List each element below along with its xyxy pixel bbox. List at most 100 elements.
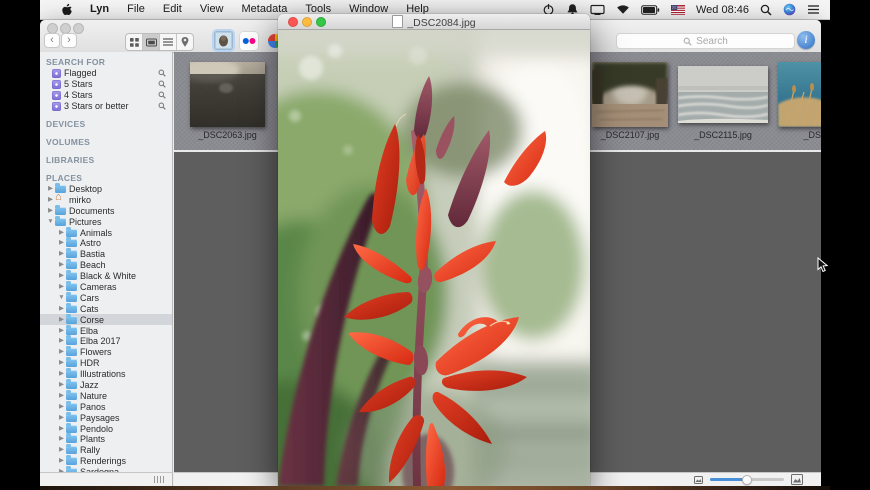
display-mirroring-icon[interactable] (590, 4, 605, 16)
disclosure-triangle-icon[interactable]: ▶ (57, 369, 66, 379)
menu-item[interactable]: View (191, 3, 233, 15)
map-view-button[interactable] (177, 34, 193, 50)
app-menu-lyn[interactable]: Lyn (81, 0, 118, 19)
large-thumbnails-icon[interactable] (791, 474, 803, 485)
slider-track[interactable] (710, 474, 784, 485)
search-icon (683, 37, 692, 46)
saved-search-item[interactable]: Flagged (40, 68, 172, 79)
disclosure-triangle-icon[interactable]: ▶ (57, 347, 66, 357)
place-item[interactable]: ▶ Black & White (40, 270, 172, 282)
zoom-button[interactable] (73, 23, 84, 34)
thumbnail-dsc2-partial[interactable] (778, 62, 821, 127)
resize-grip[interactable] (154, 476, 164, 483)
place-item[interactable]: ▶ Cameras (40, 281, 172, 293)
section-title-devices[interactable]: DEVICES (40, 119, 172, 130)
disclosure-triangle-icon[interactable]: ▶ (57, 424, 66, 434)
viewer-title-bar[interactable]: _DSC2084.jpg (278, 14, 590, 30)
search-input[interactable]: Search (616, 33, 795, 49)
place-item[interactable]: ▶ Bastia (40, 248, 172, 260)
place-item[interactable]: ▶ Rally (40, 444, 172, 456)
back-button[interactable]: ‹ (44, 33, 60, 48)
place-item[interactable]: ▶ HDR (40, 357, 172, 369)
disclosure-triangle-icon[interactable]: ▶ (57, 228, 66, 238)
place-item[interactable]: ▶ Flowers (40, 346, 172, 358)
place-item[interactable]: ▶ Plants (40, 433, 172, 445)
search-icon[interactable] (158, 91, 166, 99)
place-item[interactable]: ▶ Documents (40, 204, 172, 216)
disclosure-triangle-icon[interactable]: ▶ (57, 271, 66, 281)
disclosure-triangle-icon[interactable]: ▶ (46, 195, 55, 205)
siri-icon[interactable] (783, 3, 796, 16)
thumbnail-dsc2107[interactable] (592, 62, 668, 127)
disclosure-triangle-icon[interactable]: ▶ (57, 238, 66, 248)
disclosure-triangle-icon[interactable]: ▶ (46, 184, 55, 194)
place-item[interactable]: ▶ Cats (40, 302, 172, 314)
section-title-volumes[interactable]: VOLUMES (40, 137, 172, 148)
saved-search-item[interactable]: 5 Stars (40, 79, 172, 90)
menu-item[interactable]: Edit (154, 3, 191, 15)
disclosure-triangle-icon[interactable]: ▶ (57, 456, 66, 466)
place-item[interactable]: ▼ Cars (40, 291, 172, 303)
place-item[interactable]: ▶ Renderings (40, 455, 172, 467)
grid-view-button[interactable] (126, 34, 143, 50)
disclosure-triangle-icon[interactable]: ▶ (57, 434, 66, 444)
disclosure-triangle-icon[interactable]: ▶ (57, 380, 66, 390)
disclosure-triangle-icon[interactable]: ▼ (46, 217, 55, 227)
place-item[interactable]: ▶ Animals (40, 226, 172, 238)
small-thumbnails-icon[interactable] (694, 475, 703, 484)
place-item[interactable]: ▼ Pictures (40, 215, 172, 227)
place-item[interactable]: ▶ Illustrations (40, 368, 172, 380)
sidebar: SEARCH FOR Flagged 5 Stars 4 Stars 3 Sta… (40, 52, 173, 472)
disclosure-triangle-icon[interactable]: ▶ (57, 402, 66, 412)
saved-search-item[interactable]: 3 Stars or better (40, 101, 172, 112)
place-item[interactable]: ▶ Pendolo (40, 422, 172, 434)
wifi-icon[interactable] (616, 4, 630, 15)
disclosure-triangle-icon[interactable]: ▶ (57, 336, 66, 346)
forward-button[interactable]: › (61, 33, 77, 48)
disclosure-triangle-icon[interactable]: ▶ (57, 445, 66, 455)
battery-icon[interactable] (641, 4, 660, 15)
disclosure-triangle-icon[interactable]: ▶ (57, 326, 66, 336)
disclosure-triangle-icon[interactable]: ▶ (57, 413, 66, 423)
disclosure-triangle-icon[interactable]: ▶ (46, 206, 55, 216)
disclosure-triangle-icon[interactable]: ▶ (57, 282, 66, 292)
menu-item[interactable]: File (118, 3, 154, 15)
slider-knob[interactable] (742, 474, 752, 485)
disclosure-triangle-icon[interactable]: ▼ (57, 293, 66, 303)
place-item[interactable]: ▶ Astro (40, 237, 172, 249)
thumbnail-dsc2115[interactable] (678, 66, 768, 123)
disclosure-triangle-icon[interactable]: ▶ (57, 358, 66, 368)
flower-photo (278, 30, 590, 486)
place-item[interactable]: ▶ Corse (40, 313, 172, 326)
search-icon[interactable] (158, 80, 166, 89)
place-item[interactable]: ▶ Panos (40, 400, 172, 412)
place-item[interactable]: ▶ mirko (40, 192, 172, 205)
place-item[interactable]: ▶ Nature (40, 389, 172, 401)
saved-search-item[interactable]: 4 Stars (40, 90, 172, 101)
place-item[interactable]: ▶ Beach (40, 259, 172, 271)
preview-image-button[interactable] (214, 31, 233, 50)
place-item[interactable]: ▶ Elba 2017 (40, 335, 172, 347)
disclosure-triangle-icon[interactable]: ▶ (57, 315, 66, 325)
search-icon[interactable] (158, 102, 166, 110)
menu-clock[interactable]: Wed 08:46 (696, 4, 749, 16)
disclosure-triangle-icon[interactable]: ▶ (57, 304, 66, 314)
notification-center-list-icon[interactable] (807, 4, 820, 15)
section-title-libraries[interactable]: LIBRARIES (40, 155, 172, 166)
list-view-button[interactable] (160, 34, 177, 50)
place-item[interactable]: ▶ Paysages (40, 411, 172, 423)
folder-icon (66, 389, 77, 400)
flickr-button[interactable] (240, 32, 258, 50)
search-icon[interactable] (158, 69, 166, 78)
disclosure-triangle-icon[interactable]: ▶ (57, 249, 66, 259)
spotlight-search-icon[interactable] (760, 4, 772, 16)
place-item[interactable]: ▶ Jazz (40, 379, 172, 391)
filmstrip-view-button[interactable] (143, 34, 160, 50)
disclosure-triangle-icon[interactable]: ▶ (57, 391, 66, 401)
thumbnail-dsc2063[interactable] (190, 62, 265, 127)
us-flag-icon[interactable] (670, 4, 685, 15)
info-button[interactable]: i (797, 31, 815, 49)
disclosure-triangle-icon[interactable]: ▶ (57, 260, 66, 270)
apple-menu[interactable] (52, 3, 81, 16)
place-item[interactable]: ▶ Elba (40, 324, 172, 336)
